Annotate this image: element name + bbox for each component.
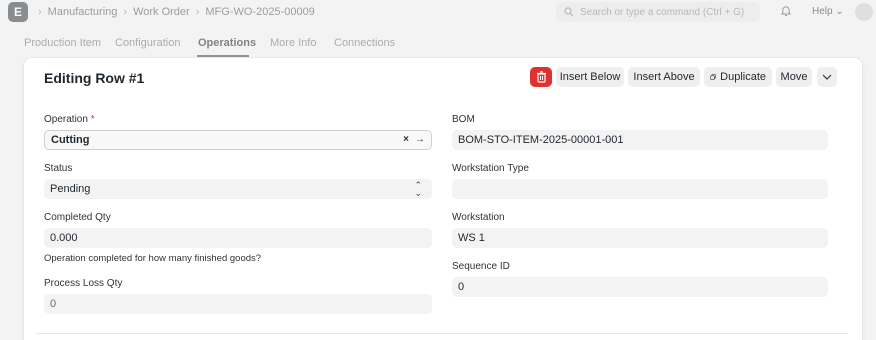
divider	[36, 333, 848, 334]
duplicate-label: Duplicate	[720, 71, 766, 83]
breadcrumb: › Manufacturing › Work Order › MFG-WO-20…	[38, 6, 315, 18]
operation-value: Cutting	[51, 134, 90, 146]
workstation-type-field[interactable]	[452, 179, 828, 199]
breadcrumb-work-order-id[interactable]: MFG-WO-2025-00009	[205, 6, 314, 18]
form-tabs: Production Item Configuration Operations…	[0, 30, 876, 57]
avatar[interactable]	[855, 3, 873, 21]
collapse-editor-button[interactable]	[817, 67, 837, 87]
required-marker: *	[90, 114, 95, 125]
chevron-down-icon: ⌄	[835, 6, 844, 17]
tab-configuration[interactable]: Configuration	[115, 37, 180, 49]
operation-field-actions: × →	[403, 134, 425, 145]
bom-field[interactable]: BOM-STO-ITEM-2025-00001-001	[452, 130, 828, 150]
completed-qty-field[interactable]: 0.000	[44, 228, 432, 248]
breadcrumb-separator-icon: ›	[195, 6, 200, 18]
process-loss-qty-value: 0	[50, 298, 57, 310]
search-bar[interactable]: Search or type a command (Ctrl + G)	[556, 2, 760, 22]
insert-above-button[interactable]: Insert Above	[628, 67, 700, 87]
trash-icon	[536, 71, 546, 83]
clear-icon[interactable]: ×	[403, 134, 409, 145]
row-editor-panel: Editing Row #1 Insert Below Insert Above…	[24, 58, 862, 340]
operation-label-text: Operation	[44, 114, 88, 125]
workstation-field[interactable]: WS 1	[452, 228, 828, 248]
tab-more-info[interactable]: More Info	[270, 37, 316, 49]
breadcrumb-separator-icon: ›	[123, 6, 128, 18]
search-placeholder: Search or type a command (Ctrl + G)	[580, 6, 745, 18]
help-menu[interactable]: Help ⌄	[812, 6, 844, 17]
breadcrumb-separator-icon: ›	[38, 6, 42, 18]
workstation-value: WS 1	[458, 232, 485, 244]
tab-operations[interactable]: Operations	[198, 37, 256, 49]
status-label: Status	[44, 163, 73, 174]
completed-qty-value: 0.000	[50, 232, 78, 244]
tab-production-item[interactable]: Production Item	[24, 37, 101, 49]
bom-value: BOM-STO-ITEM-2025-00001-001	[458, 134, 624, 146]
search-icon	[564, 7, 574, 17]
duplicate-button[interactable]: Duplicate	[704, 67, 772, 87]
copy-icon	[710, 74, 716, 80]
insert-below-button[interactable]: Insert Below	[556, 67, 624, 87]
app-logo[interactable]: E	[8, 2, 28, 22]
delete-row-button[interactable]	[530, 67, 552, 87]
notification-bell-icon[interactable]	[780, 5, 792, 17]
select-caret-icon: ⌃ ⌄	[414, 180, 422, 198]
operation-field[interactable]: Cutting × →	[44, 130, 432, 150]
completed-qty-label: Completed Qty	[44, 212, 111, 223]
arrow-right-icon[interactable]: →	[415, 134, 425, 145]
chevron-down-icon	[822, 74, 832, 80]
status-value: Pending	[50, 183, 91, 195]
operation-label: Operation *	[44, 114, 95, 125]
sequence-id-field[interactable]: 0	[452, 277, 828, 297]
workstation-label: Workstation	[452, 212, 505, 223]
workstation-type-label: Workstation Type	[452, 163, 529, 174]
page-title: Editing Row #1	[44, 70, 145, 86]
sequence-id-value: 0	[458, 281, 465, 293]
tab-connections[interactable]: Connections	[334, 37, 395, 49]
bom-label: BOM	[452, 114, 475, 125]
sequence-id-label: Sequence ID	[452, 261, 510, 272]
process-loss-qty-field[interactable]: 0	[44, 294, 432, 314]
move-button[interactable]: Move	[776, 67, 812, 87]
breadcrumb-work-order[interactable]: Work Order	[133, 6, 190, 18]
completed-qty-help: Operation completed for how many finishe…	[44, 253, 262, 264]
active-tab-indicator	[197, 55, 249, 57]
help-label: Help	[812, 6, 833, 17]
process-loss-qty-label: Process Loss Qty	[44, 278, 123, 289]
top-navbar: E › Manufacturing › Work Order › MFG-WO-…	[0, 0, 876, 26]
breadcrumb-manufacturing[interactable]: Manufacturing	[48, 6, 118, 18]
status-select[interactable]: Pending ⌃ ⌄	[44, 179, 432, 199]
